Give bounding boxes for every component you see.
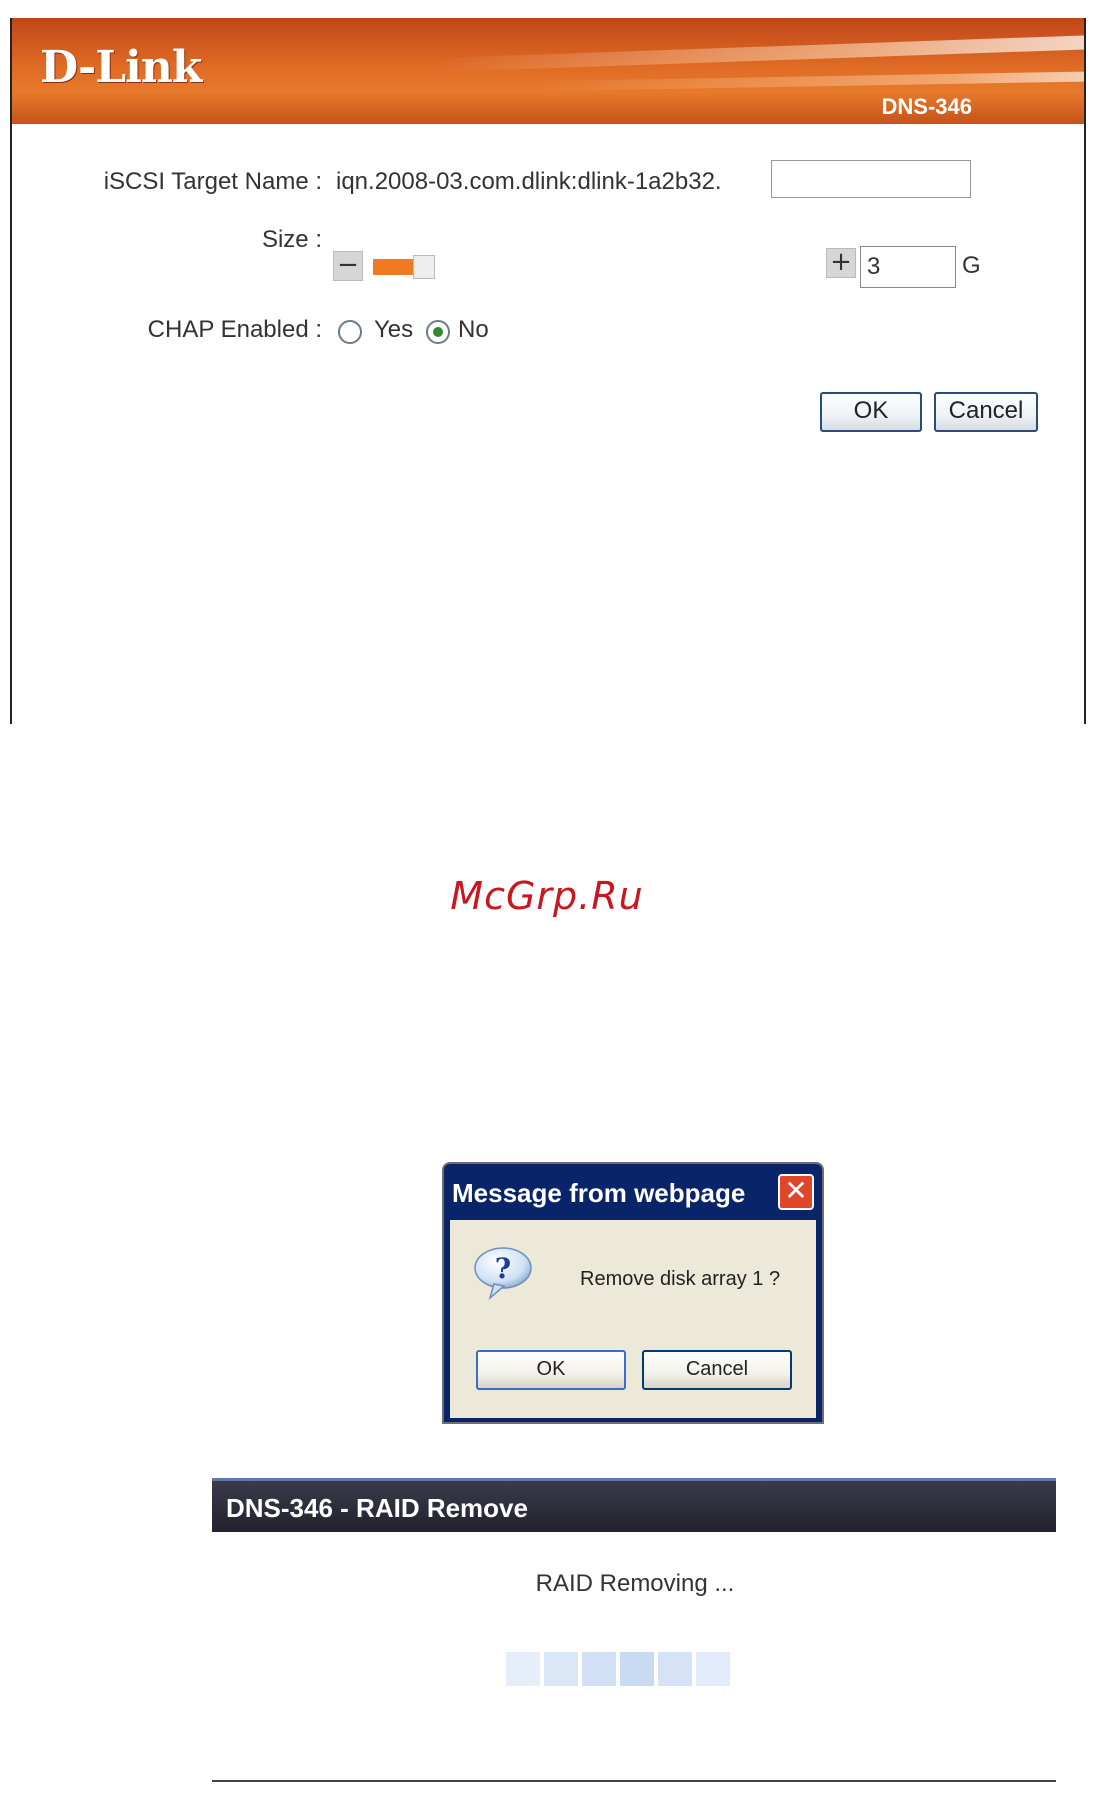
- raid-status-text: RAID Removing ...: [535, 1570, 735, 1597]
- close-icon[interactable]: ✕: [778, 1174, 814, 1210]
- raid-remove-header: DNS-346 - RAID Remove: [212, 1478, 1056, 1532]
- chap-no-label: No: [458, 316, 489, 343]
- dialog-cancel-button[interactable]: Cancel: [642, 1350, 792, 1390]
- size-label: Size :: [261, 226, 322, 253]
- radio-selected-dot: [433, 327, 443, 337]
- progress-block: [696, 1652, 730, 1686]
- message-dialog: Message from webpage ✕ ? Remove disk arr…: [442, 1162, 824, 1424]
- iscsi-target-name-prefix: iqn.2008-03.com.dlink:dlink-1a2b32.: [336, 168, 722, 195]
- raid-status-text-row: RAID Removing ...: [0, 1570, 1094, 1598]
- size-input[interactable]: 3: [860, 246, 956, 288]
- question-icon: ?: [474, 1247, 532, 1300]
- size-decrease-button[interactable]: −: [333, 251, 363, 281]
- dialog-message: Remove disk array 1 ?: [580, 1268, 781, 1290]
- dialog-ok-button[interactable]: OK: [476, 1350, 626, 1390]
- chap-yes-label: Yes: [374, 316, 414, 343]
- cancel-button[interactable]: Cancel: [934, 392, 1038, 432]
- svg-text:?: ?: [495, 1252, 511, 1285]
- divider: [212, 1780, 1056, 1782]
- banner-streak: [432, 33, 1084, 73]
- raid-remove-title: DNS-346 - RAID Remove: [226, 1493, 528, 1523]
- dlink-header-banner: D-Link DNS-346: [12, 18, 1084, 124]
- iscsi-target-name-label: iSCSI Target Name :: [103, 168, 322, 195]
- size-slider-fill: [373, 259, 413, 275]
- dlink-logo: D-Link: [40, 42, 202, 93]
- chap-enabled-label: CHAP Enabled :: [147, 316, 322, 343]
- progress-block: [620, 1652, 654, 1686]
- ok-button[interactable]: OK: [820, 392, 922, 432]
- iscsi-target-panel: D-Link DNS-346: [10, 18, 1086, 724]
- size-unit: G: [962, 252, 981, 279]
- chap-yes-radio[interactable]: [338, 320, 362, 344]
- size-increase-button[interactable]: +: [826, 248, 856, 278]
- model-name: DNS-346: [881, 94, 972, 119]
- progress-block: [544, 1652, 578, 1686]
- size-slider-handle[interactable]: [413, 255, 435, 279]
- size-slider[interactable]: [373, 255, 439, 279]
- progress-block: [506, 1652, 540, 1686]
- progress-block: [658, 1652, 692, 1686]
- dialog-body: ? Remove disk array 1 ? OK Cancel: [450, 1220, 816, 1418]
- banner-streak: [532, 70, 1084, 92]
- dialog-title: Message from webpage: [452, 1178, 746, 1208]
- chap-no-radio[interactable]: [426, 320, 450, 344]
- iscsi-target-name-input[interactable]: [771, 160, 971, 198]
- progress-block: [582, 1652, 616, 1686]
- watermark: McGrp.Ru: [450, 874, 644, 918]
